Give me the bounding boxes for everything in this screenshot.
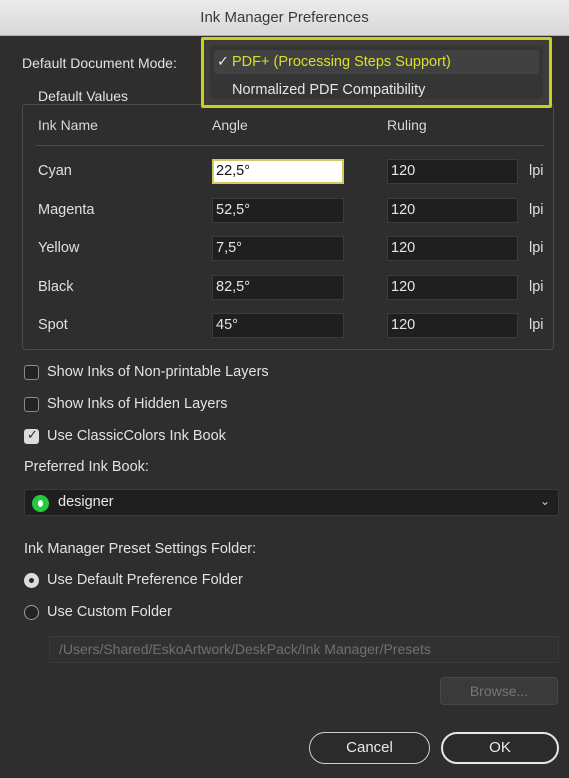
preset-folder-label: Ink Manager Preset Settings Folder:: [24, 541, 257, 557]
custom-folder-path-field[interactable]: /Users/Shared/EskoArtwork/DeskPack/Ink M…: [49, 636, 559, 663]
menu-item-normalized-pdf-label: Normalized PDF Compatibility: [232, 82, 426, 98]
chevron-down-icon: ⌄: [539, 494, 550, 508]
menu-item-pdf-plus-label: PDF+ (Processing Steps Support): [232, 54, 451, 70]
browse-button[interactable]: Browse...: [440, 677, 558, 705]
use-custom-folder-label: Use Custom Folder: [47, 604, 172, 620]
menu-item-pdf-plus[interactable]: ✓ PDF+ (Processing Steps Support): [214, 50, 539, 74]
angle-header: Angle: [212, 117, 248, 133]
ruling-header: Ruling: [387, 117, 427, 133]
angle-field-black[interactable]: 82,5°: [212, 275, 344, 300]
show-nonprintable-checkbox[interactable]: Show Inks of Non-printable Layers: [24, 362, 269, 382]
ink-book-select[interactable]: designer ⌄: [24, 489, 559, 516]
checkbox-unchecked-icon: [24, 364, 39, 380]
default-values-title: Default Values: [36, 88, 131, 104]
show-hidden-label: Show Inks of Hidden Layers: [47, 396, 228, 412]
ink-name-magenta: Magenta: [38, 202, 95, 218]
unit-label-yellow: lpi: [529, 240, 544, 256]
radio-selected-icon: [24, 572, 39, 588]
use-classiccolors-label: Use ClassicColors Ink Book: [47, 428, 226, 444]
ink-name-cyan: Cyan: [38, 163, 72, 179]
use-custom-folder-radio[interactable]: Use Custom Folder: [24, 602, 172, 622]
document-mode-dropdown: ✓ PDF+ (Processing Steps Support) Normali…: [201, 37, 552, 108]
checkmark-icon: ✓: [216, 54, 230, 70]
unit-label-magenta: lpi: [529, 202, 544, 218]
ink-name-black: Black: [38, 279, 74, 295]
radio-unselected-icon: [24, 604, 39, 620]
green-book-icon: [32, 495, 49, 512]
menu-item-normalized-pdf[interactable]: Normalized PDF Compatibility: [214, 78, 539, 102]
ruling-field-yellow[interactable]: 120: [387, 236, 518, 261]
unit-label-cyan: lpi: [529, 163, 544, 179]
ink-name-spot: Spot: [38, 317, 68, 333]
angle-field-spot[interactable]: 45°: [212, 313, 344, 338]
window-title: Ink Manager Preferences: [0, 0, 569, 36]
ruling-field-magenta[interactable]: 120: [387, 198, 518, 223]
unit-label-black: lpi: [529, 279, 544, 295]
ruling-field-spot[interactable]: 120: [387, 313, 518, 338]
ruling-field-black[interactable]: 120: [387, 275, 518, 300]
checkbox-unchecked-icon: [24, 396, 39, 412]
ink-book-value: designer: [58, 494, 114, 510]
dropdown-menu: ✓ PDF+ (Processing Steps Support) Normali…: [210, 46, 543, 99]
cancel-button[interactable]: Cancel: [309, 732, 430, 764]
ink-name-yellow: Yellow: [38, 240, 80, 256]
preferred-ink-book-label: Preferred Ink Book:: [24, 459, 149, 475]
checkbox-checked-icon: [24, 427, 39, 444]
document-mode-label: Default Document Mode:: [22, 55, 177, 71]
ok-button[interactable]: OK: [441, 732, 559, 764]
angle-field-cyan[interactable]: 22,5°: [212, 159, 344, 184]
unit-label-spot: lpi: [529, 317, 544, 333]
ink-name-header: Ink Name: [38, 117, 98, 133]
use-default-folder-radio[interactable]: Use Default Preference Folder: [24, 570, 243, 590]
angle-field-yellow[interactable]: 7,5°: [212, 236, 344, 261]
header-divider: [36, 145, 544, 146]
ruling-field-cyan[interactable]: 120: [387, 159, 518, 184]
show-hidden-checkbox[interactable]: Show Inks of Hidden Layers: [24, 394, 228, 414]
use-default-folder-label: Use Default Preference Folder: [47, 572, 243, 588]
angle-field-magenta[interactable]: 52,5°: [212, 198, 344, 223]
show-nonprintable-label: Show Inks of Non-printable Layers: [47, 364, 269, 380]
use-classiccolors-checkbox[interactable]: Use ClassicColors Ink Book: [24, 426, 226, 446]
